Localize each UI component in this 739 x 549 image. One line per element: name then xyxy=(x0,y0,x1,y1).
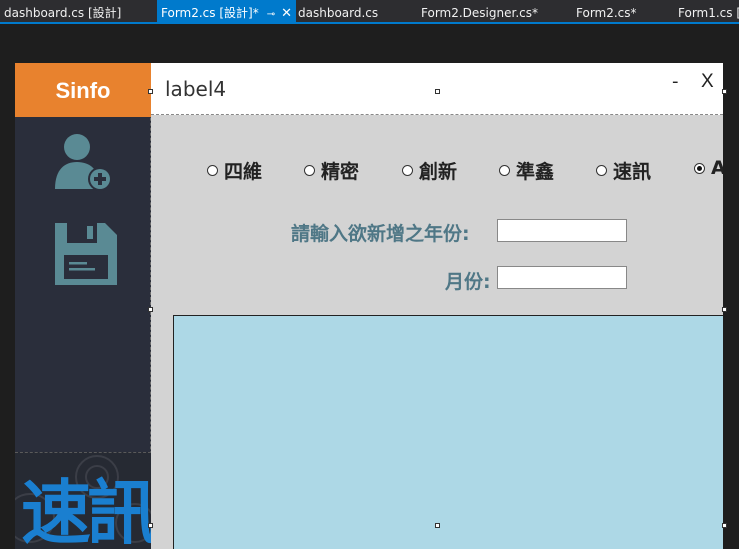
resize-handle[interactable] xyxy=(722,89,727,94)
tab-dashboard-design[interactable]: dashboard.cs [設計] xyxy=(4,0,121,22)
tab-dashboard-code[interactable]: dashboard.cs xyxy=(298,0,378,22)
document-tab-bar: dashboard.cs [設計] Form2.cs [設計]* ⊸ ✕ dashb… xyxy=(0,0,739,22)
resize-handle[interactable] xyxy=(148,523,153,528)
radio-dot[interactable] xyxy=(596,165,607,176)
designer-surface: Sinfo 速訊 label4 - X 四維 精密 創新 準鑫 速訊 A 請輸入… xyxy=(0,24,739,549)
radio-dot[interactable] xyxy=(207,165,218,176)
form-content: 四維 精密 創新 準鑫 速訊 A 請輸入欲新增之年份: 月份: xyxy=(151,115,723,549)
pin-icon[interactable]: ⊸ xyxy=(267,9,275,20)
close-button[interactable]: X xyxy=(701,71,714,93)
month-label: 月份: xyxy=(445,271,491,293)
radio-dot[interactable] xyxy=(304,165,315,176)
resize-handle[interactable] xyxy=(722,523,727,528)
resize-handle[interactable] xyxy=(148,89,153,94)
tab-label: dashboard.cs [設計] xyxy=(4,6,122,20)
tab-label: Form1.cs [設 xyxy=(678,6,739,20)
resize-handle[interactable] xyxy=(148,307,153,312)
resize-handle[interactable] xyxy=(435,89,440,94)
brand-banner: 速訊 xyxy=(15,452,151,549)
year-label: 請輸入欲新增之年份: xyxy=(291,223,470,245)
radio-option[interactable]: 準鑫 xyxy=(499,157,554,184)
minimize-button[interactable]: - xyxy=(672,71,679,92)
tab-form2-design[interactable]: Form2.cs [設計]* ⊸ ✕ xyxy=(157,0,297,22)
logo: Sinfo xyxy=(15,63,151,117)
radio-option[interactable]: 精密 xyxy=(304,157,359,184)
year-input[interactable] xyxy=(497,219,627,242)
title-label[interactable]: label4 xyxy=(165,77,226,101)
add-user-icon[interactable] xyxy=(51,129,115,197)
radio-option[interactable]: A xyxy=(694,157,723,179)
tab-form2-designer-cs[interactable]: Form2.Designer.cs* xyxy=(421,0,538,22)
sidebar: Sinfo 速訊 xyxy=(15,63,151,549)
radio-dot[interactable] xyxy=(499,165,510,176)
tab-label: Form2.cs [設計]* xyxy=(161,6,259,20)
tab-form1-design[interactable]: Form1.cs [設 xyxy=(678,0,739,22)
data-panel[interactable] xyxy=(173,315,723,549)
resize-handle[interactable] xyxy=(722,307,727,312)
radio-label: 速訊 xyxy=(613,161,652,183)
form2-window[interactable]: Sinfo 速訊 label4 - X 四維 精密 創新 準鑫 速訊 A 請輸入… xyxy=(15,63,723,549)
month-input[interactable] xyxy=(497,266,627,289)
brand-logo-text: 速訊 xyxy=(21,471,151,549)
radio-label: 精密 xyxy=(321,161,360,183)
radio-label: 四維 xyxy=(224,161,263,183)
radio-option[interactable]: 創新 xyxy=(402,157,457,184)
radio-label: A xyxy=(711,157,723,179)
radio-label: 創新 xyxy=(419,161,458,183)
close-tab-icon[interactable]: ✕ xyxy=(281,6,292,21)
radio-dot-checked[interactable] xyxy=(694,162,705,174)
radio-label: 準鑫 xyxy=(516,161,555,183)
tab-label: dashboard.cs xyxy=(298,6,379,20)
tab-label: Form2.Designer.cs* xyxy=(421,6,538,20)
radio-option[interactable]: 四維 xyxy=(207,157,262,184)
radio-dot[interactable] xyxy=(402,165,413,176)
radio-option[interactable]: 速訊 xyxy=(596,157,651,184)
save-icon[interactable] xyxy=(53,221,119,291)
tab-label: Form2.cs* xyxy=(576,6,637,20)
tab-form2-cs[interactable]: Form2.cs* xyxy=(576,0,637,22)
resize-handle[interactable] xyxy=(435,523,440,528)
